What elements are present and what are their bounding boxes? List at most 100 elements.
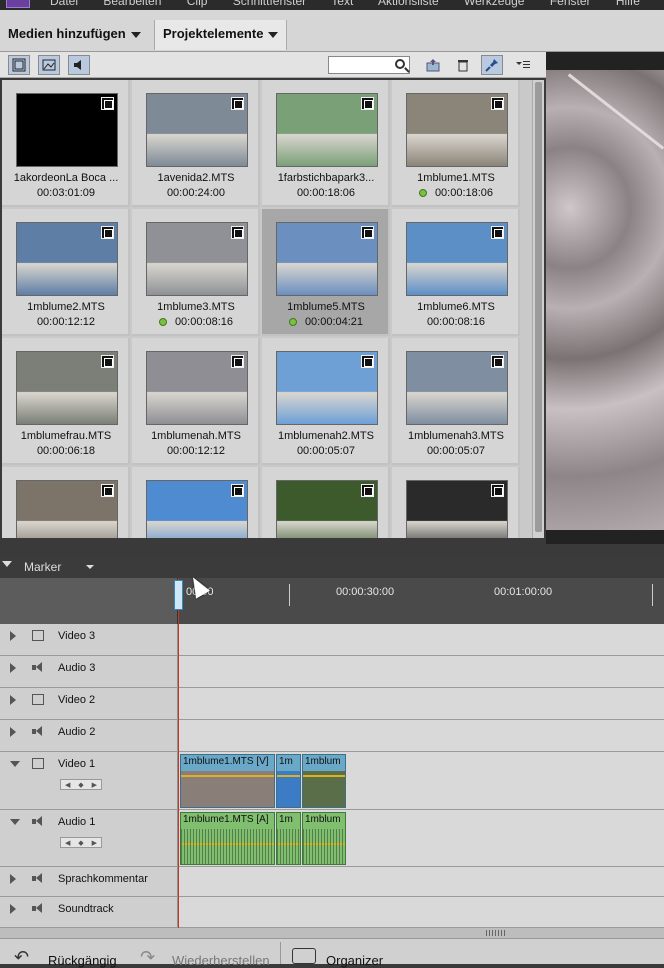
duration-text: 00:00:12:12 [166,445,226,457]
volume-rubberband[interactable] [181,775,274,777]
volume-rubberband[interactable] [303,775,345,777]
media-item[interactable]: 1mblumenah2.MTS 00:00:05:07 [262,338,390,465]
collapse-triangle-icon[interactable] [10,904,16,914]
clip-label: 1mblume1.MTS [V] [183,756,269,767]
media-item[interactable]: 1mblumefrau.MTS 00:00:06:18 [2,338,130,465]
menu-clip[interactable]: Clip [187,0,208,8]
timeline-track[interactable]: Video 1 ◀ ◆ ▶ 1mblume1.MTS [V] 1m 1mblum [0,752,664,810]
collapse-triangle-icon[interactable] [10,631,16,641]
audio-filter-button[interactable] [68,55,90,75]
media-duration: 00:00:08:16 [132,316,260,328]
media-item[interactable]: 1mblumenah3.MTS 00:00:05:07 [392,338,520,465]
menu-text[interactable]: Text [331,0,353,8]
media-item[interactable]: 1mblume3.MTS 00:00:08:16 [132,209,260,336]
media-item[interactable]: 1mblume2.MTS 00:00:12:12 [2,209,130,336]
marker-menu-label[interactable]: Marker [24,560,61,574]
image-filter-icon [42,59,56,71]
video-clip[interactable]: 1m [276,754,301,808]
menu-aktionsliste[interactable]: Aktionsliste [378,0,439,8]
prev-keyframe-icon[interactable]: ◀ [65,781,70,789]
panel-menu-button[interactable] [512,55,534,75]
menu-schnittfenster[interactable]: Schnittfenster [233,0,306,8]
playhead-line[interactable] [178,578,179,928]
media-thumbnail [16,222,118,296]
next-keyframe-icon[interactable]: ▶ [92,781,97,789]
audio-clip[interactable]: 1mblum [302,812,346,865]
film-strip-icon [101,97,114,110]
time-ruler[interactable]: 00:00 00:00:30:00 00:01:00:00 [0,578,664,624]
tab-projektelemente[interactable]: Projektelemente [154,20,288,50]
timeline-track[interactable]: Audio 1 ◀ ◆ ▶ 1mblume1.MTS [A] 1m 1mblum [0,810,664,867]
media-item[interactable]: 1avenida2.MTS 00:00:24:00 [132,80,260,207]
playhead-handle[interactable] [174,580,183,610]
keyframe-controls[interactable]: ◀ ◆ ▶ [60,837,102,848]
undo-button[interactable]: Rückgängig [48,953,117,968]
media-thumbnail [146,351,248,425]
next-keyframe-icon[interactable]: ▶ [92,839,97,847]
expand-triangle-icon[interactable] [10,761,20,767]
media-scrollbar[interactable] [532,80,544,538]
tab-bar: Medien hinzufügen Projektelemente [0,10,664,52]
scrollbar-grip[interactable] [486,930,506,936]
volume-rubberband[interactable] [277,775,300,777]
keyframe-controls[interactable]: ◀ ◆ ▶ [60,779,102,790]
menu-fenster[interactable]: Fenster [550,0,591,8]
scrollbar-thumb[interactable] [535,82,542,532]
timeline-track[interactable]: Audio 3 [0,656,664,688]
media-item[interactable]: 1akordeonLa Boca ... 00:03:01:09 [2,80,130,207]
menu-hilfe[interactable]: Hilfe [616,0,640,8]
chevron-down-icon[interactable] [86,565,94,569]
media-thumbnail [146,93,248,167]
add-keyframe-icon[interactable]: ◆ [78,781,83,789]
collapse-triangle-icon[interactable] [10,874,16,884]
duration-text: 00:00:18:06 [434,187,494,199]
media-item[interactable]: 1farbstichbapark3... 00:00:18:06 [262,80,390,207]
media-item[interactable]: 1mblume5.MTS 00:00:04:21 [262,209,390,336]
organizer-icon[interactable] [292,948,316,964]
new-item-icon [426,59,440,72]
media-item[interactable]: 1mblume1.MTS 00:00:18:06 [392,80,520,207]
search-input[interactable] [328,56,410,74]
pin-button[interactable] [481,55,503,75]
audio-clip[interactable]: 1mblume1.MTS [A] [180,812,275,865]
panel-separator[interactable] [0,544,664,556]
media-duration: 00:00:12:12 [2,316,130,328]
menu-werkzeuge[interactable]: Werkzeuge [464,0,524,8]
menu-datei[interactable]: Datei [50,0,78,8]
collapse-triangle-icon[interactable] [10,727,16,737]
media-item[interactable]: 1mblumenah.MTS 00:00:12:12 [132,338,260,465]
collapse-triangle-icon[interactable] [10,695,16,705]
track-name: Video 3 [58,630,96,642]
media-item[interactable]: 1mblume6.MTS 00:00:08:16 [392,209,520,336]
timeline-scrollbar[interactable] [0,928,664,938]
audio-waveform [303,829,345,864]
image-filter-button[interactable] [38,55,60,75]
media-item[interactable] [262,467,390,538]
timeline-track[interactable]: Sprachkommentar [0,867,664,897]
media-item[interactable] [132,467,260,538]
collapse-triangle-icon[interactable] [2,561,12,567]
timeline-track[interactable]: Video 3 [0,624,664,656]
prev-keyframe-icon[interactable]: ◀ [65,839,70,847]
new-item-button[interactable] [422,55,444,75]
menu-bearbeiten[interactable]: Bearbeiten [103,0,161,8]
collapse-triangle-icon[interactable] [10,663,16,673]
media-item[interactable] [2,467,130,538]
timeline-track[interactable]: Soundtrack [0,897,664,928]
duration-text: 00:00:04:21 [304,316,364,328]
video-clip[interactable]: 1mblum [302,754,346,808]
media-item[interactable] [392,467,520,538]
audio-clip[interactable]: 1m [276,812,301,865]
tab-medien-hinzufuegen[interactable]: Medien hinzufügen [0,20,149,50]
undo-icon[interactable]: ↶ [14,947,29,968]
organizer-button[interactable]: Organizer [326,953,383,968]
delete-button[interactable] [452,55,474,75]
video-filter-button[interactable] [8,55,30,75]
expand-triangle-icon[interactable] [10,819,20,825]
media-thumbnail [276,351,378,425]
duration-text: 00:00:18:06 [296,187,356,199]
video-clip[interactable]: 1mblume1.MTS [V] [180,754,275,808]
timeline-track[interactable]: Video 2 [0,688,664,720]
timeline-track[interactable]: Audio 2 [0,720,664,752]
add-keyframe-icon[interactable]: ◆ [78,839,83,847]
